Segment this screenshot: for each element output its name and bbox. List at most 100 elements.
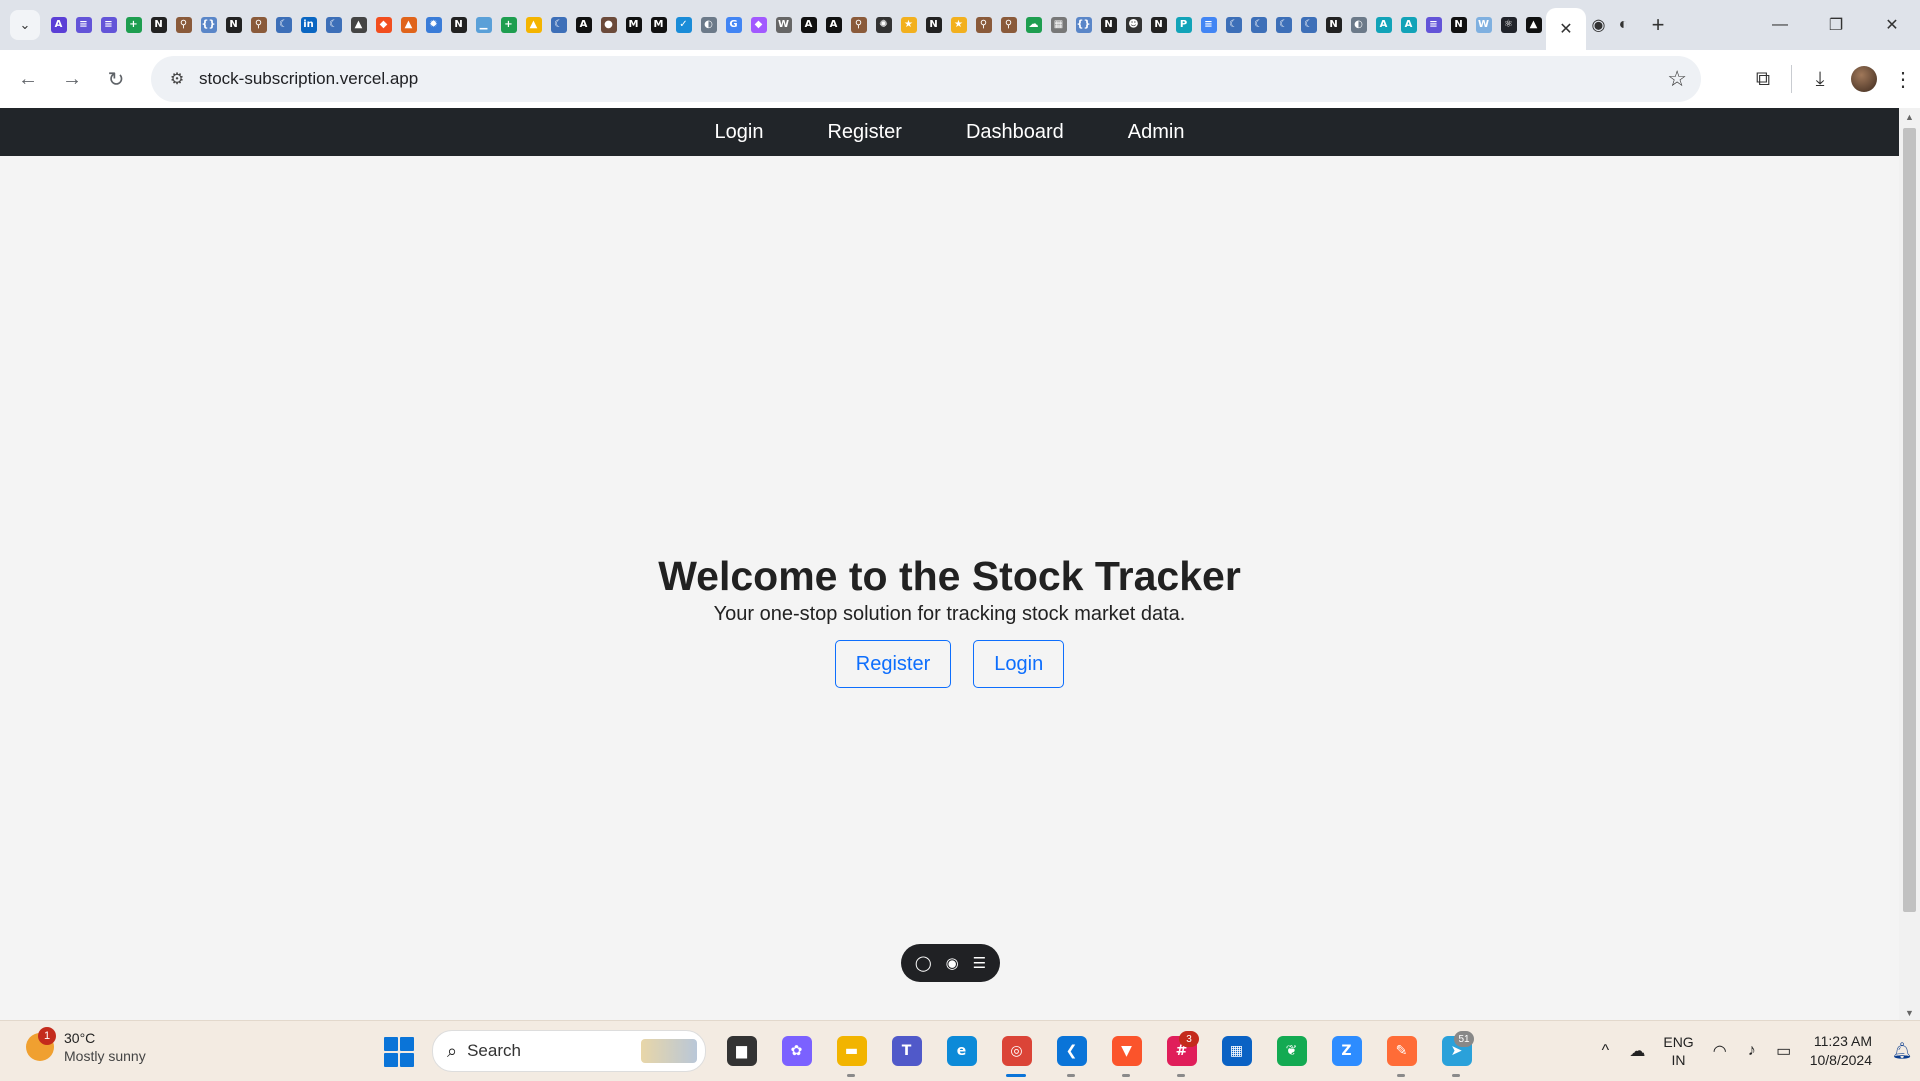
close-window-button[interactable]: ✕ bbox=[1864, 0, 1920, 50]
pinned-tab[interactable]: N bbox=[1321, 0, 1346, 50]
battery-icon[interactable]: ▭ bbox=[1768, 1021, 1800, 1081]
pinned-tab[interactable]: ▁ bbox=[471, 0, 496, 50]
pinned-tab[interactable]: N bbox=[446, 0, 471, 50]
tab-search-button[interactable]: ⌄ bbox=[10, 10, 40, 40]
scroll-down-icon[interactable]: ▼ bbox=[1899, 1008, 1920, 1018]
pinned-tab[interactable]: N bbox=[221, 0, 246, 50]
pinned-tab[interactable]: ⚲ bbox=[996, 0, 1021, 50]
taskbar-app[interactable]: ◎ bbox=[989, 1021, 1044, 1081]
pinned-tab[interactable]: ⚲ bbox=[971, 0, 996, 50]
taskbar-app[interactable]: Z bbox=[1319, 1021, 1374, 1081]
pinned-tab[interactable]: in bbox=[296, 0, 321, 50]
pinned-tab[interactable]: ▲ bbox=[346, 0, 371, 50]
profile-avatar[interactable] bbox=[1851, 66, 1877, 92]
pinned-tab[interactable]: ▲ bbox=[521, 0, 546, 50]
pinned-tab[interactable]: ≡ bbox=[1196, 0, 1221, 50]
pinned-tab[interactable]: ● bbox=[596, 0, 621, 50]
pinned-tab[interactable]: N bbox=[1096, 0, 1121, 50]
pinned-tab[interactable]: + bbox=[496, 0, 521, 50]
download-icon[interactable]: ⤓ bbox=[1798, 57, 1842, 101]
pinned-tab[interactable]: ⚲ bbox=[171, 0, 196, 50]
notification-bell-icon[interactable]: 🔔︎ bbox=[1884, 1041, 1920, 1061]
pinned-tab[interactable]: ☾ bbox=[1246, 0, 1271, 50]
taskbar-app[interactable]: ▦ bbox=[1209, 1021, 1264, 1081]
nav-dashboard-link[interactable]: Dashboard bbox=[966, 121, 1064, 144]
new-tab-button[interactable]: + bbox=[1640, 7, 1676, 43]
login-button[interactable]: Login bbox=[973, 640, 1065, 688]
pinned-tab[interactable]: ⚲ bbox=[246, 0, 271, 50]
bookmark-star-icon[interactable]: ☆ bbox=[1667, 66, 1687, 92]
github-icon[interactable]: ◉ bbox=[1586, 0, 1611, 50]
volume-icon[interactable]: ♪ bbox=[1736, 1021, 1768, 1081]
nav-login-link[interactable]: Login bbox=[715, 121, 764, 144]
pinned-tab[interactable]: ≡ bbox=[1421, 0, 1446, 50]
forward-button[interactable]: → bbox=[50, 59, 94, 99]
taskbar-app[interactable]: ▬ bbox=[824, 1021, 879, 1081]
pinned-tab[interactable]: W bbox=[771, 0, 796, 50]
pinned-tab[interactable]: ☁ bbox=[1021, 0, 1046, 50]
pinned-tab[interactable]: P bbox=[1171, 0, 1196, 50]
onedrive-cloud-icon[interactable]: ☁ bbox=[1621, 1021, 1653, 1081]
pinned-tab[interactable]: ⚛ bbox=[1496, 0, 1521, 50]
pinned-tab[interactable]: ☾ bbox=[1221, 0, 1246, 50]
globe-icon[interactable]: ◐ bbox=[1611, 0, 1636, 50]
pinned-tab[interactable]: ☾ bbox=[271, 0, 296, 50]
pinned-tab[interactable]: ☻ bbox=[1121, 0, 1146, 50]
pinned-tab[interactable]: {} bbox=[1071, 0, 1096, 50]
pinned-tab[interactable]: ▲ bbox=[396, 0, 421, 50]
taskbar-app[interactable]: #3 bbox=[1154, 1021, 1209, 1081]
reload-button[interactable]: ↻ bbox=[94, 59, 138, 99]
taskbar-app[interactable]: ➤ 51 bbox=[1429, 1021, 1484, 1081]
minimize-button[interactable]: — bbox=[1752, 0, 1808, 50]
pinned-tab[interactable]: ≡ bbox=[96, 0, 121, 50]
pinned-tab[interactable]: M bbox=[646, 0, 671, 50]
pinned-tab[interactable]: ✹ bbox=[421, 0, 446, 50]
taskbar-app[interactable]: T bbox=[879, 1021, 934, 1081]
extensions-icon[interactable]: ⧉ bbox=[1741, 57, 1785, 101]
pinned-tab[interactable]: G bbox=[721, 0, 746, 50]
pinned-tab[interactable]: ◆ bbox=[746, 0, 771, 50]
pinned-tab[interactable]: M bbox=[621, 0, 646, 50]
pinned-tab[interactable]: ⚲ bbox=[846, 0, 871, 50]
back-button[interactable]: ← bbox=[6, 59, 50, 99]
taskbar-app[interactable]: ❦ bbox=[1264, 1021, 1319, 1081]
restore-button[interactable]: ❐ bbox=[1808, 0, 1864, 50]
chevron-up-icon[interactable]: ^ bbox=[1589, 1021, 1621, 1081]
pinned-tab[interactable]: ▲ bbox=[1521, 0, 1546, 50]
pinned-tab[interactable]: N bbox=[146, 0, 171, 50]
register-button[interactable]: Register bbox=[834, 640, 952, 688]
close-tab-icon[interactable]: ✕ bbox=[1559, 19, 1572, 39]
taskbar-app[interactable]: ▼ bbox=[1099, 1021, 1154, 1081]
address-bar[interactable]: ⚙ stock-subscription.vercel.app ☆ bbox=[151, 56, 1701, 102]
pinned-tab[interactable]: ☾ bbox=[1271, 0, 1296, 50]
pinned-tab[interactable]: ✺ bbox=[871, 0, 896, 50]
menu-lines-icon[interactable]: ☰ bbox=[973, 954, 986, 972]
pinned-tab[interactable]: A bbox=[1371, 0, 1396, 50]
site-info-icon[interactable]: ⚙ bbox=[157, 69, 197, 89]
active-tab[interactable]: ✕ bbox=[1546, 8, 1586, 50]
scroll-up-icon[interactable]: ▲ bbox=[1899, 112, 1920, 122]
taskbar-app[interactable]: ❮ bbox=[1044, 1021, 1099, 1081]
page-scrollbar[interactable]: ▲ ▼ bbox=[1899, 108, 1920, 1020]
pinned-tab[interactable]: ★ bbox=[946, 0, 971, 50]
pinned-tab[interactable]: ☾ bbox=[1296, 0, 1321, 50]
pinned-tab[interactable]: + bbox=[121, 0, 146, 50]
pinned-tab[interactable]: ▦ bbox=[1046, 0, 1071, 50]
taskbar-app[interactable]: ✿ bbox=[769, 1021, 824, 1081]
pinned-tab[interactable]: ☾ bbox=[321, 0, 346, 50]
pinned-tab[interactable]: ≡ bbox=[71, 0, 96, 50]
clock[interactable]: 11:23 AM 10/8/2024 bbox=[1810, 1032, 1872, 1070]
pinned-tab[interactable]: A bbox=[571, 0, 596, 50]
start-button[interactable] bbox=[384, 1037, 414, 1067]
menu-dots-icon[interactable]: ⋮ bbox=[1886, 57, 1920, 101]
weather-widget[interactable]: 1 30°C Mostly sunny bbox=[26, 1027, 146, 1065]
pinned-tab[interactable]: A bbox=[1396, 0, 1421, 50]
pinned-tab[interactable]: ◐ bbox=[1346, 0, 1371, 50]
nav-admin-link[interactable]: Admin bbox=[1128, 121, 1185, 144]
wifi-icon[interactable]: ◠ bbox=[1704, 1021, 1736, 1081]
taskbar-app[interactable]: e bbox=[934, 1021, 989, 1081]
url-text[interactable]: stock-subscription.vercel.app bbox=[199, 69, 418, 89]
pinned-tab[interactable]: ★ bbox=[896, 0, 921, 50]
nav-register-link[interactable]: Register bbox=[827, 121, 901, 144]
pinned-tab[interactable]: {} bbox=[196, 0, 221, 50]
